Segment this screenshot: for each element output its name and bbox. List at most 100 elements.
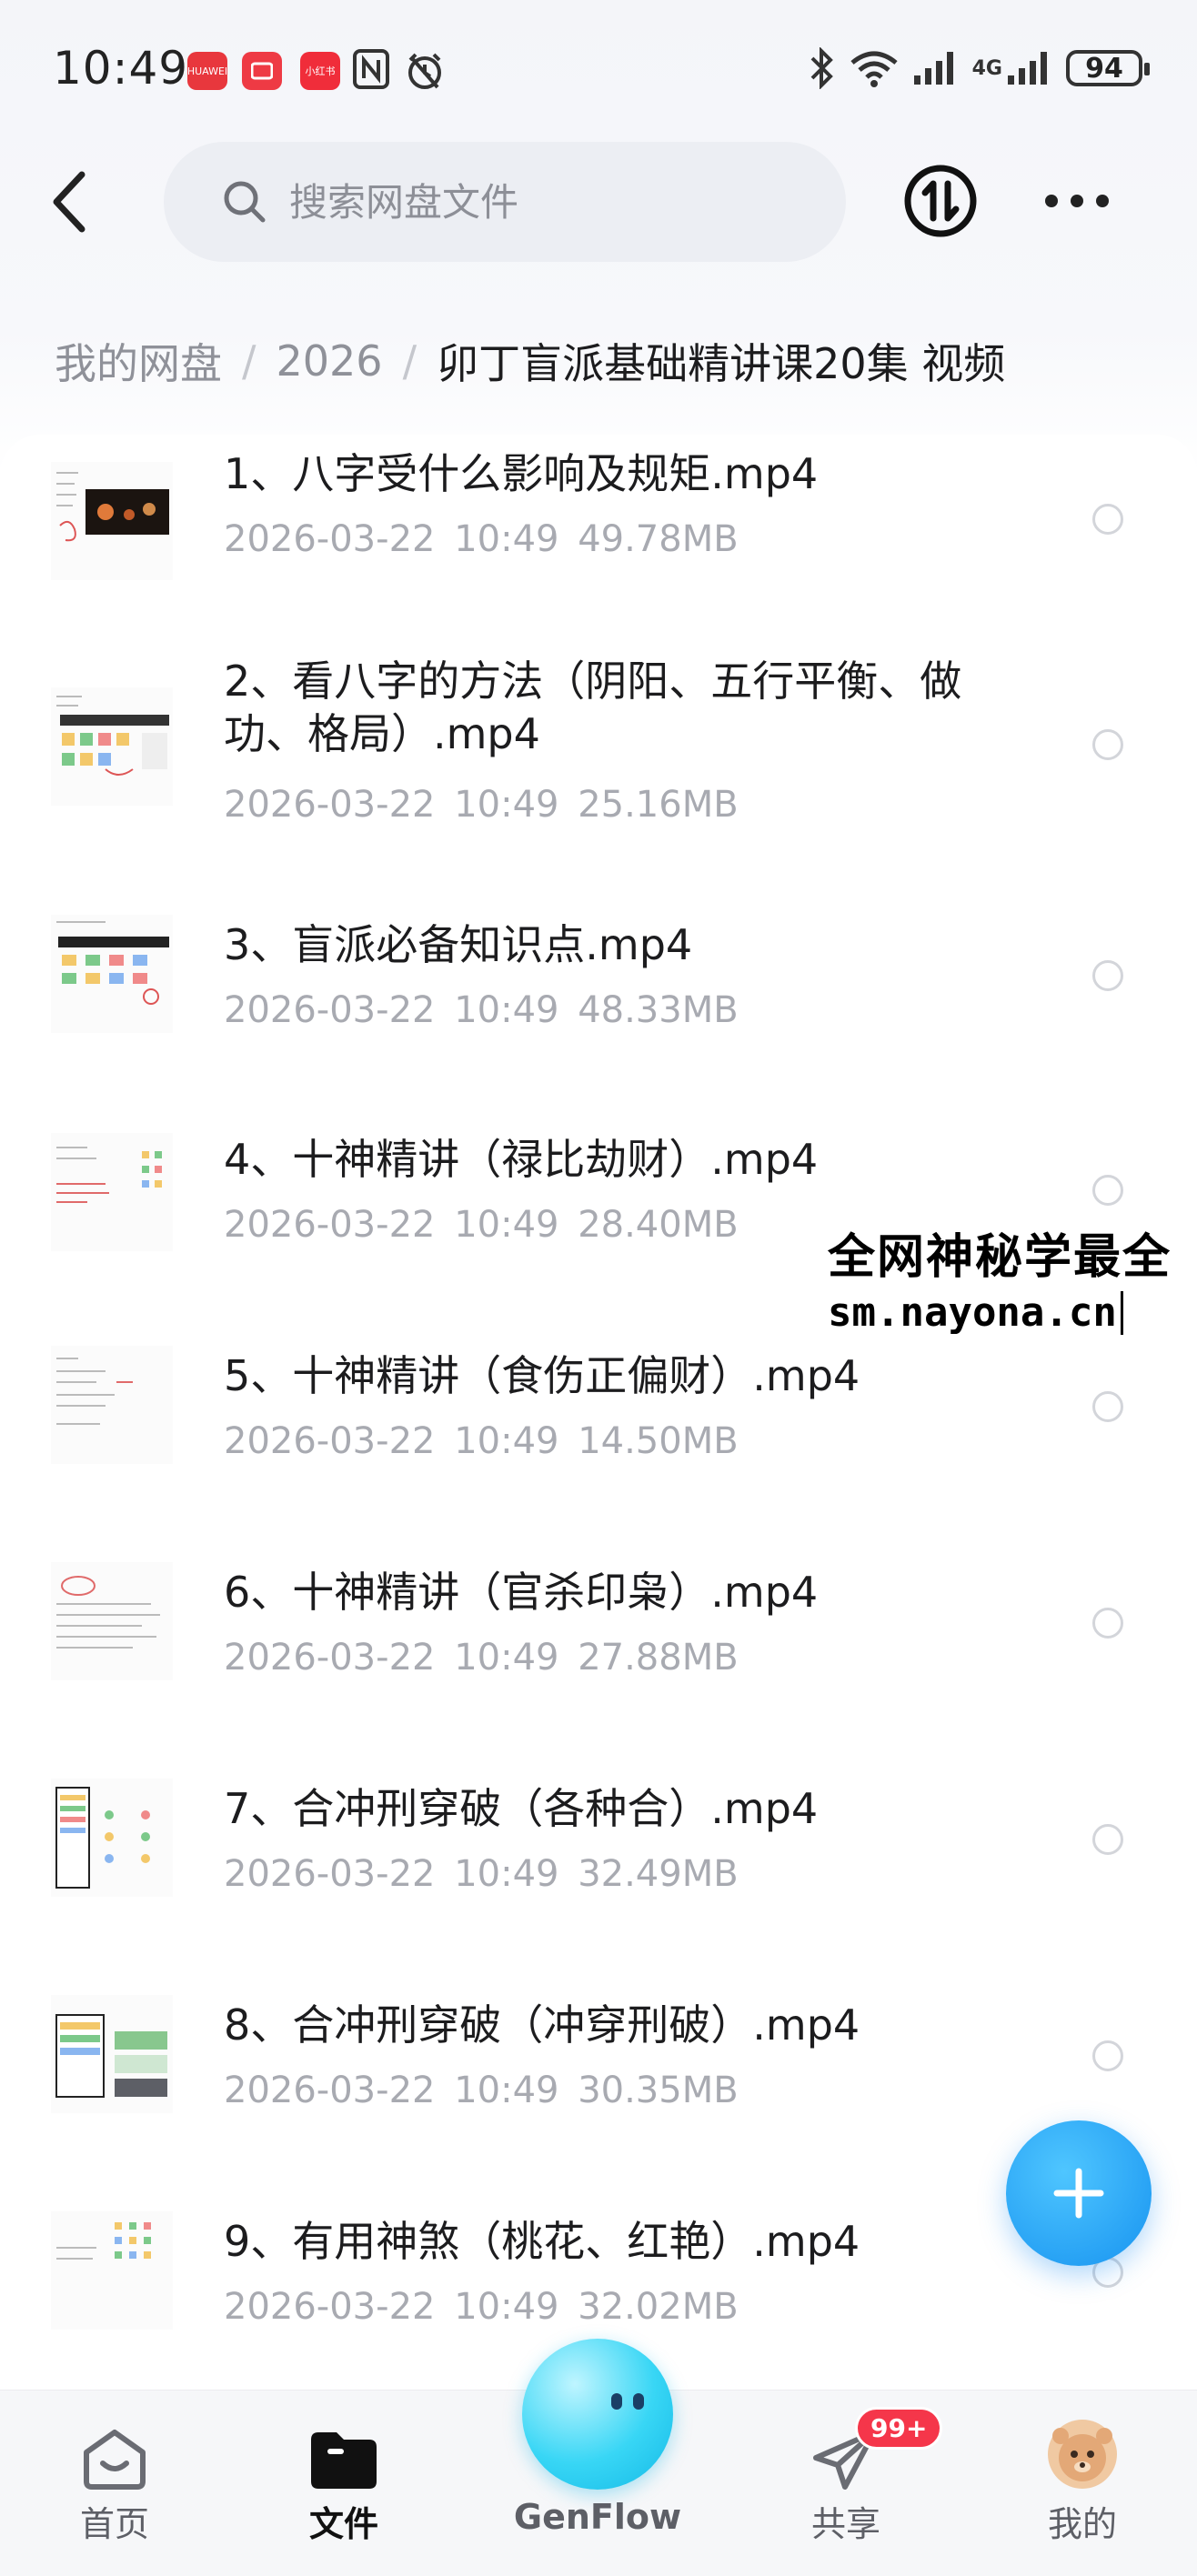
nav-label: 首页 bbox=[79, 2504, 149, 2544]
file-date: 2026-03-22 bbox=[224, 1420, 436, 1462]
file-meta: 2026-03-22 10:49 14.50MB bbox=[224, 1420, 739, 1462]
transfer-icon bbox=[904, 165, 977, 237]
file-meta: 2026-03-22 10:49 48.33MB bbox=[224, 989, 739, 1031]
search-bar[interactable] bbox=[164, 142, 846, 262]
xiaohongshu-app-icon: 小红书 bbox=[300, 52, 340, 90]
bluetooth-icon bbox=[810, 47, 833, 89]
file-time: 10:49 bbox=[454, 1204, 559, 1246]
file-name: 8、合冲刑穿破（冲穿刑破）.mp4 bbox=[224, 2000, 860, 2050]
file-date: 2026-03-22 bbox=[224, 2286, 436, 2328]
select-radio[interactable] bbox=[1092, 960, 1123, 991]
transfer-button[interactable] bbox=[903, 164, 978, 238]
file-row[interactable]: 6、十神精讲（官杀印枭）.mp4 2026-03-22 10:49 27.88M… bbox=[0, 1557, 1197, 1693]
video-thumbnail bbox=[51, 687, 173, 806]
nav-item-files[interactable]: 文件 bbox=[253, 2391, 435, 2576]
video-thumbnail bbox=[51, 462, 173, 580]
file-size: 30.35MB bbox=[578, 2070, 739, 2111]
file-row[interactable]: 3、盲派必备知识点.mp4 2026-03-22 10:49 48.33MB bbox=[0, 909, 1197, 1046]
file-date: 2026-03-22 bbox=[224, 1853, 436, 1895]
breadcrumb-item-root[interactable]: 我的网盘 bbox=[55, 331, 222, 391]
chevron-left-icon bbox=[53, 171, 86, 233]
select-radio[interactable] bbox=[1092, 1824, 1123, 1855]
select-radio[interactable] bbox=[1092, 1608, 1123, 1639]
breadcrumb-separator: / bbox=[242, 336, 256, 386]
file-row[interactable]: 2、看八字的方法（阴阳、五行平衡、做功、格局）.mp4 2026-03-22 1… bbox=[0, 655, 1197, 837]
file-name: 1、八字受什么影响及规矩.mp4 bbox=[224, 449, 819, 498]
network-type: 4G bbox=[971, 56, 1002, 80]
huawei-app-label: HUAWEI bbox=[186, 65, 228, 77]
file-time: 10:49 bbox=[454, 989, 559, 1031]
file-meta: 2026-03-22 10:49 49.78MB bbox=[224, 518, 739, 560]
nav-label: 文件 bbox=[308, 2504, 378, 2544]
file-size: 27.88MB bbox=[578, 1637, 739, 1679]
genflow-orb-icon[interactable] bbox=[522, 2339, 673, 2490]
file-meta: 2026-03-22 10:49 32.49MB bbox=[224, 1853, 739, 1895]
breadcrumb-separator: / bbox=[402, 336, 417, 386]
file-time: 10:49 bbox=[454, 1637, 559, 1679]
avatar bbox=[1048, 2420, 1117, 2489]
select-radio[interactable] bbox=[1092, 504, 1123, 535]
file-date: 2026-03-22 bbox=[224, 1204, 436, 1246]
breadcrumb: 我的网盘 / 2026 / 卯丁盲派基础精讲课20集 视频 bbox=[55, 331, 1005, 391]
select-radio[interactable] bbox=[1092, 1391, 1123, 1422]
file-row[interactable]: 8、合冲刑穿破（冲穿刑破）.mp4 2026-03-22 10:49 30.35… bbox=[0, 1990, 1197, 2126]
nav-item-home[interactable]: 首页 bbox=[24, 2391, 206, 2576]
video-thumbnail bbox=[51, 2211, 173, 2330]
file-name: 6、十神精讲（官杀印枭）.mp4 bbox=[224, 1568, 819, 1617]
file-date: 2026-03-22 bbox=[224, 2070, 436, 2111]
orb-eye bbox=[611, 2393, 622, 2410]
video-thumbnail bbox=[51, 1995, 173, 2113]
xiaohongshu-app-label: 小红书 bbox=[305, 65, 336, 77]
file-date: 2026-03-22 bbox=[224, 784, 436, 826]
file-date: 2026-03-22 bbox=[224, 989, 436, 1031]
nav-label-genflow[interactable]: GenFlow bbox=[500, 2497, 695, 2537]
video-thumbnail bbox=[51, 1133, 173, 1251]
file-time: 10:49 bbox=[454, 1853, 559, 1895]
select-radio[interactable] bbox=[1092, 1175, 1123, 1206]
file-size: 48.33MB bbox=[578, 989, 739, 1031]
file-size: 14.50MB bbox=[578, 1420, 739, 1462]
folder-icon bbox=[311, 2432, 377, 2489]
video-thumbnail bbox=[51, 1562, 173, 1680]
alarm-icon bbox=[405, 51, 445, 91]
select-radio[interactable] bbox=[1092, 729, 1123, 760]
add-button[interactable] bbox=[1006, 2120, 1152, 2266]
file-time: 10:49 bbox=[454, 784, 559, 826]
file-date: 2026-03-22 bbox=[224, 1637, 436, 1679]
file-size: 25.16MB bbox=[578, 784, 739, 826]
file-time: 10:49 bbox=[454, 1420, 559, 1462]
search-input[interactable] bbox=[287, 178, 764, 226]
watermark-line-1: 全网神秘学最全 bbox=[828, 1230, 1172, 1285]
file-size: 32.02MB bbox=[578, 2286, 739, 2328]
file-meta: 2026-03-22 10:49 32.02MB bbox=[224, 2286, 739, 2328]
wifi-icon bbox=[850, 51, 898, 87]
battery-indicator: 94 bbox=[1066, 50, 1150, 86]
nfc-icon bbox=[353, 49, 389, 91]
status-time: 10:49 bbox=[53, 42, 189, 95]
select-radio[interactable] bbox=[1092, 2040, 1123, 2071]
more-button[interactable] bbox=[1041, 187, 1113, 215]
plus-icon bbox=[1053, 2168, 1104, 2219]
nav-item-share[interactable]: 99+ 共享 bbox=[755, 2391, 943, 2576]
file-date: 2026-03-22 bbox=[224, 518, 436, 560]
file-row[interactable]: 7、合冲刑穿破（各种合）.mp4 2026-03-22 10:49 32.49M… bbox=[0, 1773, 1197, 1909]
nav-item-mine[interactable]: 我的 bbox=[991, 2391, 1173, 2576]
watermark-text: 全网神秘学最全 sm.nayona.cn bbox=[828, 1228, 1172, 1338]
home-icon bbox=[84, 2430, 146, 2490]
file-size: 32.49MB bbox=[578, 1853, 739, 1895]
file-size: 49.78MB bbox=[578, 518, 739, 560]
nav-label: 共享 bbox=[810, 2504, 880, 2544]
video-thumbnail bbox=[51, 915, 173, 1033]
file-time: 10:49 bbox=[454, 2286, 559, 2328]
breadcrumb-item-year[interactable]: 2026 bbox=[277, 336, 383, 386]
file-row[interactable]: 5、十神精讲（食伤正偏财）.mp4 2026-03-22 10:49 14.50… bbox=[0, 1340, 1197, 1477]
status-bar: 10:49 HUAWEI 小红书 4G 94 bbox=[0, 0, 1197, 136]
file-meta: 2026-03-22 10:49 25.16MB bbox=[224, 784, 739, 826]
red-app-icon bbox=[242, 52, 282, 90]
orb-eye bbox=[633, 2393, 644, 2410]
back-button[interactable] bbox=[47, 169, 93, 235]
file-time: 10:49 bbox=[454, 518, 559, 560]
file-row[interactable]: 1、八字受什么影响及规矩.mp4 2026-03-22 10:49 49.78M… bbox=[0, 435, 1197, 580]
file-name: 9、有用神煞（桃花、红艳）.mp4 bbox=[224, 2217, 860, 2266]
video-thumbnail bbox=[51, 1779, 173, 1897]
